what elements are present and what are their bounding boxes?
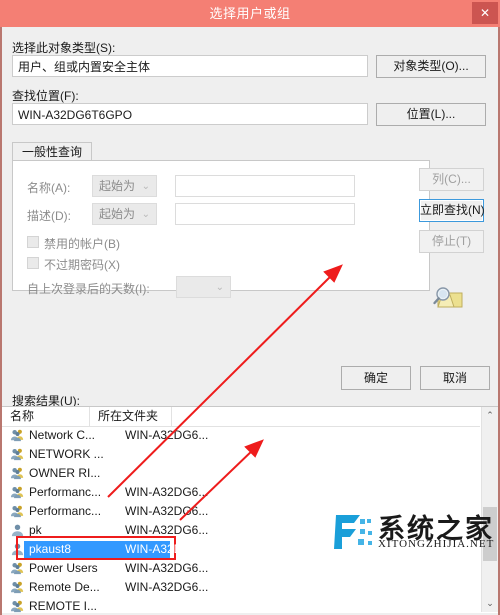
- table-row[interactable]: Remote De... WIN-A32DG6...: [2, 578, 480, 597]
- description-input[interactable]: [175, 203, 355, 225]
- stop-button[interactable]: 停止(T): [419, 230, 484, 253]
- location-label: 查找位置(F):: [12, 89, 79, 103]
- table-row[interactable]: Performanc... WIN-A32DG6...: [2, 502, 480, 521]
- object-type-button[interactable]: 对象类型(O)...: [376, 55, 486, 78]
- group-icon: [10, 580, 25, 595]
- cancel-button[interactable]: 取消: [420, 366, 490, 390]
- location-button[interactable]: 位置(L)...: [376, 103, 486, 126]
- columns-button[interactable]: 列(C)...: [419, 168, 484, 191]
- chevron-down-icon: ⌄: [141, 181, 150, 192]
- row-name: Remote De...: [29, 580, 100, 594]
- row-name: Power Users: [29, 561, 98, 575]
- row-name: Network C...: [29, 428, 96, 442]
- list-rows: Network C... WIN-A32DG6... NETWORK ... OWNE…: [2, 426, 480, 614]
- name-input[interactable]: [175, 175, 355, 197]
- object-type-field[interactable]: 用户、组或内置安全主体: [12, 55, 368, 77]
- row-name: Performanc...: [29, 504, 102, 518]
- row-folder: WIN-A32DG6...: [125, 561, 209, 575]
- chevron-down-icon: ⌄: [215, 282, 224, 293]
- window-title: 选择用户或组: [209, 6, 291, 21]
- dialog-window: 选择用户或组 ✕ 选择此对象类型(S): 用户、组或内置安全主体 对象类型(O)…: [0, 0, 500, 615]
- column-header-name[interactable]: 名称: [2, 407, 90, 426]
- table-row[interactable]: Power Users WIN-A32DG6...: [2, 559, 480, 578]
- group-icon: [10, 485, 25, 500]
- non-expiring-password-label: 不过期密码(X): [44, 258, 120, 272]
- scrollbar-thumb[interactable]: [483, 507, 497, 561]
- row-folder: WIN-A32DG6...: [125, 523, 209, 537]
- general-query-pane: 名称(A): 起始为 ⌄ 描述(D): 起始为 ⌄ 禁用的帐户(B) 不过期密码…: [12, 160, 430, 298]
- group-icon: [10, 504, 25, 519]
- scroll-down-icon[interactable]: ⌄: [482, 595, 498, 612]
- tab-general-query[interactable]: 一般性查询: [12, 142, 93, 161]
- description-condition-value: 起始为: [99, 207, 136, 221]
- group-icon: [10, 466, 25, 481]
- row-name: OWNER RI...: [29, 466, 101, 480]
- row-name: pkaust8: [29, 542, 72, 556]
- name-condition-value: 起始为: [99, 179, 136, 193]
- scroll-up-icon[interactable]: ⌃: [482, 407, 498, 424]
- row-folder: WIN-A32DG6...: [125, 485, 209, 499]
- table-row[interactable]: pk WIN-A32DG6...: [2, 521, 480, 540]
- close-icon[interactable]: ✕: [472, 2, 498, 24]
- table-row[interactable]: Performanc... WIN-A32DG6...: [2, 483, 480, 502]
- user-icon: [10, 523, 25, 538]
- group-icon: [10, 447, 25, 462]
- search-folder-icon: [428, 283, 468, 313]
- column-header-extra[interactable]: [172, 407, 480, 426]
- days-since-logon-label: 自上次登录后的天数(I):: [27, 282, 150, 296]
- location-field[interactable]: WIN-A32DG6T6GPO: [12, 103, 368, 125]
- user-icon: [10, 542, 25, 557]
- table-row[interactable]: pkaust8 WIN-A32DG6...: [2, 540, 480, 559]
- chevron-down-icon: ⌄: [141, 209, 150, 220]
- name-label: 名称(A):: [27, 181, 71, 195]
- disabled-account-checkbox[interactable]: [27, 236, 39, 248]
- table-row[interactable]: OWNER RI...: [2, 464, 480, 483]
- row-folder: WIN-A32DG6...: [125, 580, 209, 594]
- disabled-account-label: 禁用的帐户(B): [44, 237, 120, 251]
- table-row[interactable]: Network C... WIN-A32DG6...: [2, 426, 480, 445]
- ok-button[interactable]: 确定: [341, 366, 411, 390]
- row-name: Performanc...: [29, 485, 102, 499]
- title-bar: 选择用户或组 ✕: [0, 0, 500, 27]
- group-icon: [10, 428, 25, 443]
- column-header-folder[interactable]: 所在文件夹: [90, 407, 172, 426]
- group-icon: [10, 599, 25, 614]
- list-header-row: 名称 所在文件夹: [2, 407, 480, 427]
- name-condition-select[interactable]: 起始为 ⌄: [92, 175, 157, 197]
- search-results-list: 名称 所在文件夹 Network C... WIN-A32DG6... NETWOR…: [2, 406, 498, 613]
- row-name: pk: [29, 523, 42, 537]
- table-row[interactable]: NETWORK ...: [2, 445, 480, 464]
- row-folder: WIN-A32DG6...: [125, 542, 209, 556]
- description-label: 描述(D):: [27, 209, 71, 223]
- list-scrollbar[interactable]: ⌃ ⌄: [481, 407, 498, 612]
- table-row[interactable]: REMOTE I...: [2, 597, 480, 614]
- tab-strip: 一般性查询: [12, 142, 430, 161]
- row-name: NETWORK ...: [29, 447, 104, 461]
- row-name: REMOTE I...: [29, 599, 98, 613]
- non-expiring-password-checkbox[interactable]: [27, 257, 39, 269]
- row-folder: WIN-A32DG6...: [125, 428, 209, 442]
- group-icon: [10, 561, 25, 576]
- object-type-label: 选择此对象类型(S):: [12, 41, 116, 55]
- row-folder: WIN-A32DG6...: [125, 504, 209, 518]
- description-condition-select[interactable]: 起始为 ⌄: [92, 203, 157, 225]
- days-since-logon-select[interactable]: ⌄: [176, 276, 231, 298]
- find-now-button[interactable]: 立即查找(N): [419, 199, 485, 222]
